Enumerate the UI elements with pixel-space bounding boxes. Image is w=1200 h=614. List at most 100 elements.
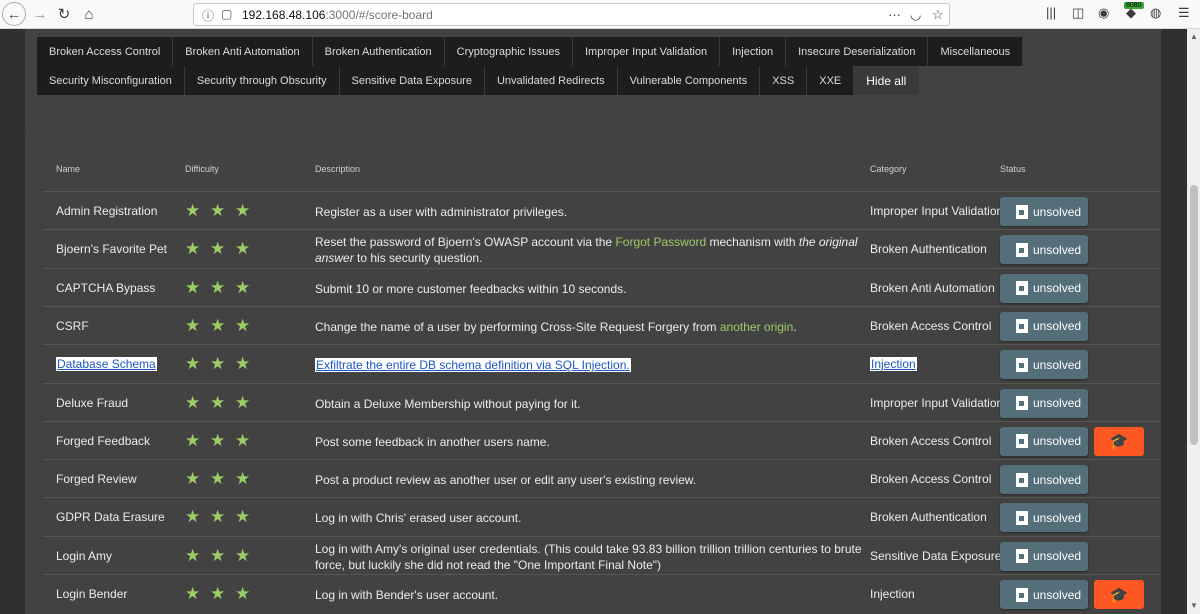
challenge-name-text: Bjoern's Favorite Pet	[56, 242, 168, 257]
challenge-category: Broken Anti Automation	[870, 281, 995, 295]
category-chip[interactable]: Injection	[720, 37, 787, 66]
challenge-name-text: Deluxe Fraud	[56, 395, 129, 410]
description-link[interactable]: another origin	[720, 320, 793, 334]
header-status[interactable]: Status	[1000, 164, 1026, 174]
category-chip[interactable]: Unvalidated Redirects	[484, 66, 618, 95]
category-chip[interactable]: Security through Obscurity	[184, 66, 340, 95]
category-chip[interactable]: Broken Authentication	[312, 37, 445, 66]
status-label: unsolved	[1033, 357, 1082, 372]
flag-icon	[1016, 587, 1028, 602]
forward-icon[interactable]: →	[28, 3, 52, 25]
page-scrollbar[interactable]: ▲ ▼	[1187, 29, 1200, 614]
challenge-name: Database Schema	[56, 357, 157, 372]
status-label: unsolved	[1033, 281, 1082, 296]
category-chip[interactable]: Improper Input Validation	[573, 37, 721, 66]
tutorial-button[interactable]: 🎓	[1094, 426, 1144, 456]
challenge-category: Broken Access Control	[870, 472, 991, 486]
table-row: GDPR Data Erasure ★ ★ ★ Log in with Chris' e…	[43, 497, 1161, 535]
status-button[interactable]: unsolved	[1000, 311, 1088, 341]
category-chip[interactable]: Cryptographic Issues	[444, 37, 573, 66]
header-difficulty[interactable]: Difficulty	[185, 164, 219, 174]
status-button[interactable]: unsolved	[1000, 503, 1088, 533]
status-button[interactable]: unsolved	[1000, 580, 1088, 609]
scrollbar-thumb[interactable]	[1190, 185, 1198, 445]
status-button[interactable]: unsolved	[1000, 388, 1088, 418]
status-button[interactable]: unsolved	[1000, 465, 1088, 495]
header-name[interactable]: Name	[56, 164, 80, 174]
address-bar[interactable]: ⓘ ▢ 192.168.48.106:3000/#/score-board ··…	[193, 3, 950, 26]
difficulty-stars: ★ ★ ★	[185, 432, 258, 449]
header-description: Description	[315, 164, 361, 174]
back-icon[interactable]: ←	[2, 2, 26, 26]
bookmark-star-icon[interactable]: ☆	[932, 7, 944, 23]
star-icon: ★	[210, 392, 226, 412]
challenge-name: Admin Registration	[56, 204, 157, 218]
star-icon: ★	[210, 469, 226, 489]
flag-icon	[1016, 319, 1028, 334]
challenge-name: CAPTCHA Bypass	[56, 281, 155, 295]
category-text: Broken Access Control	[870, 318, 992, 333]
category-chip[interactable]: Security Misconfiguration	[37, 66, 185, 95]
reload-icon[interactable]: ↻	[52, 3, 76, 25]
status-label: unsolved	[1033, 204, 1082, 219]
star-icon: ★	[235, 430, 251, 450]
star-icon: ★	[185, 469, 201, 489]
star-icon: ★	[210, 545, 226, 565]
star-icon: ★	[185, 277, 201, 297]
category-chip[interactable]: Insecure Deserialization	[786, 37, 929, 66]
star-icon: ★	[185, 584, 201, 603]
hide-all-toggle[interactable]: Hide all	[854, 66, 920, 95]
challenge-category: Broken Access Control	[870, 434, 991, 448]
challenge-category: Broken Authentication	[870, 510, 987, 524]
proxy-extension-icon[interactable]: ◆	[1126, 5, 1136, 21]
category-chip[interactable]: XXE	[807, 66, 855, 95]
url-text[interactable]: 192.168.48.106:3000/#/score-board	[242, 8, 433, 22]
url-host: 192.168.48.106	[242, 8, 326, 22]
status-button[interactable]: unsolved	[1000, 197, 1088, 226]
status-button[interactable]: unsolved	[1000, 235, 1088, 265]
category-chip[interactable]: Vulnerable Components	[617, 66, 761, 95]
status-button[interactable]: unsolved	[1000, 350, 1088, 380]
category-chip[interactable]: Broken Anti Automation	[173, 37, 313, 66]
home-icon[interactable]: ⌂	[77, 3, 101, 25]
description-text: Log in with Amy's original user credenti…	[315, 541, 862, 572]
challenge-category: Injection	[870, 587, 915, 601]
header-category[interactable]: Category	[870, 164, 907, 174]
description-link[interactable]: Forgot Password	[615, 235, 706, 249]
challenge-name: CSRF	[56, 319, 89, 333]
challenge-description: Reset the password of Bjoern's OWASP acc…	[315, 234, 867, 266]
challenge-category: Improper Input Validation	[870, 396, 1003, 410]
sidebar-icon[interactable]: ◫	[1072, 5, 1084, 21]
challenge-description: Post some feedback in another users name…	[315, 434, 867, 450]
scroll-up-icon[interactable]: ▲	[1190, 32, 1198, 41]
scroll-down-icon[interactable]: ▼	[1190, 601, 1198, 610]
star-icon: ★	[235, 392, 251, 412]
description-text: Log in with Chris' erased user account.	[315, 511, 522, 526]
star-icon: ★	[210, 584, 226, 603]
difficulty-stars: ★ ★ ★	[185, 317, 258, 334]
status-button[interactable]: unsolved	[1000, 541, 1088, 571]
status-button[interactable]: unsolved	[1000, 273, 1088, 303]
tutorial-button[interactable]: 🎓	[1094, 580, 1144, 609]
account-icon[interactable]: ◉	[1098, 5, 1109, 21]
info-icon[interactable]: ⓘ	[202, 7, 214, 24]
extension-icon[interactable]: ◍	[1150, 5, 1161, 21]
library-icon[interactable]: |||	[1046, 5, 1056, 20]
category-chip[interactable]: XSS	[760, 66, 808, 95]
status-label: unsolved	[1033, 472, 1082, 487]
status-button[interactable]: unsolved	[1000, 426, 1088, 456]
page-actions-icon[interactable]: ···	[888, 7, 901, 22]
star-icon: ★	[185, 545, 201, 565]
menu-icon[interactable]: ☰	[1178, 5, 1190, 21]
challenge-name: Forged Review	[56, 472, 137, 486]
category-chip[interactable]: Broken Access Control	[37, 37, 174, 66]
difficulty-stars: ★ ★ ★	[185, 470, 258, 487]
challenge-description: Submit 10 or more customer feedbacks wit…	[315, 281, 867, 297]
description-text: Post a product review as another user or…	[315, 473, 697, 488]
category-chip[interactable]: Sensitive Data Exposure	[339, 66, 485, 95]
status-label: unsolved	[1033, 510, 1082, 525]
pocket-icon[interactable]: ◡	[910, 7, 921, 23]
challenge-name: GDPR Data Erasure	[56, 510, 165, 524]
star-icon: ★	[210, 354, 226, 374]
category-chip[interactable]: Miscellaneous	[928, 37, 1024, 66]
